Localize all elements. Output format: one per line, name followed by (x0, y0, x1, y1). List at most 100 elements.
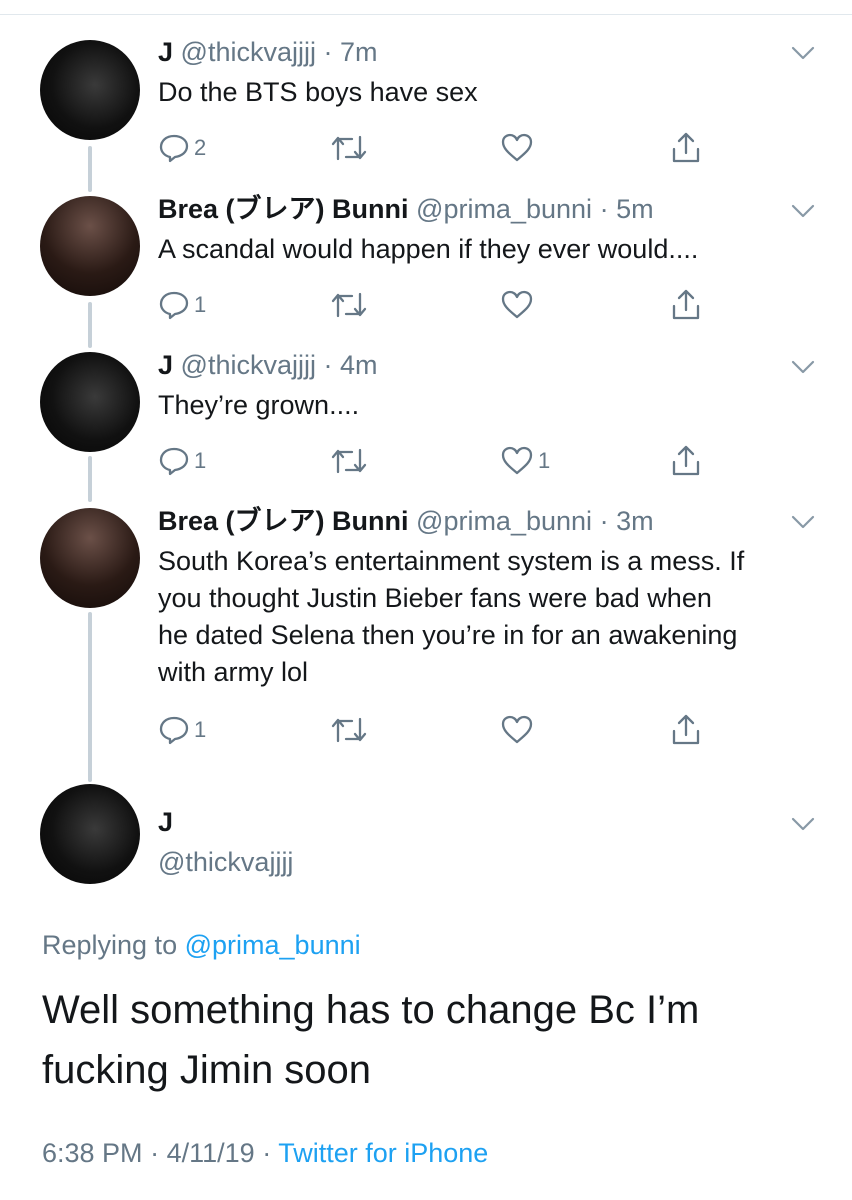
thread-line (88, 612, 92, 782)
tweet-time[interactable]: 6:38 PM (42, 1138, 143, 1168)
retweet-icon (331, 448, 367, 474)
replying-handle-link[interactable]: @prima_bunni (185, 930, 361, 960)
timestamp[interactable]: 3m (616, 506, 654, 536)
thread-line (88, 302, 92, 348)
share-button[interactable] (670, 285, 702, 325)
like-button[interactable] (500, 285, 538, 325)
timestamp[interactable]: 5m (616, 194, 654, 224)
tweet-header: J @thickvajjjj · 4m (158, 349, 818, 381)
thread-line (88, 146, 92, 192)
tweet-header: J @thickvajjjj · 7m (158, 36, 818, 68)
handle[interactable]: @thickvajjjj (158, 846, 818, 878)
replying-to: Replying to @prima_bunni (42, 930, 361, 961)
reply-button[interactable]: 1 (158, 441, 206, 481)
tweet-date[interactable]: 4/11/19 (167, 1138, 255, 1168)
tweet-meta: 6:38 PM · 4/11/19 · Twitter for iPhone (42, 1138, 488, 1169)
like-count: 1 (538, 448, 551, 473)
like-button[interactable] (500, 128, 538, 168)
avatar[interactable] (40, 784, 140, 884)
avatar[interactable] (40, 40, 140, 140)
reply-count: 1 (194, 448, 207, 473)
reply-button[interactable]: 1 (158, 710, 206, 750)
retweet-button[interactable] (330, 285, 372, 325)
reply-icon (159, 291, 189, 320)
share-icon (672, 289, 700, 320)
retweet-button[interactable] (330, 710, 372, 750)
tweet-text-line: with army lol (158, 657, 309, 687)
reply-button[interactable]: 1 (158, 285, 206, 325)
heart-icon (501, 446, 533, 475)
separator-dot: · (599, 506, 609, 536)
tweet-actions: 2 (158, 128, 718, 168)
reply-count: 1 (194, 717, 207, 742)
tweet-text: They’re grown.... (158, 390, 360, 420)
retweet-icon (331, 135, 367, 161)
chevron-down-icon[interactable] (790, 202, 816, 220)
avatar[interactable] (40, 196, 140, 296)
retweet-button[interactable] (330, 441, 372, 481)
share-button[interactable] (670, 710, 702, 750)
separator-dot: · (150, 1138, 160, 1168)
tweet-header: Brea (ブレア) Bunni @prima_bunni · 5m (158, 193, 818, 225)
main-tweet-line: Well something has to change Bc I’m (42, 988, 700, 1032)
tweet[interactable]: Brea (ブレア) Bunni @prima_bunni · 3m South… (158, 505, 818, 691)
tweet[interactable]: J @thickvajjjj · 4m They’re grown.... (158, 349, 818, 424)
tweet-text-line: he dated Selena then you’re in for an aw… (158, 620, 738, 650)
heart-icon (501, 715, 533, 744)
reply-icon (159, 134, 189, 163)
retweet-icon (331, 292, 367, 318)
chevron-down-icon[interactable] (790, 513, 816, 531)
tweet-actions: 1 1 (158, 441, 718, 481)
chevron-down-icon[interactable] (790, 815, 816, 833)
reply-icon (159, 447, 189, 476)
share-button[interactable] (670, 128, 702, 168)
handle[interactable]: @thickvajjjj (181, 350, 316, 380)
top-divider (0, 14, 852, 15)
tweet-source-link[interactable]: Twitter for iPhone (278, 1138, 488, 1168)
display-name[interactable]: J (158, 806, 818, 838)
tweet-text-line: South Korea’s entertainment system is a … (158, 546, 745, 576)
tweet-text: A scandal would happen if they ever woul… (158, 234, 699, 264)
like-button[interactable]: 1 (500, 441, 550, 481)
tweet-text-line: you thought Justin Bieber fans were bad … (158, 583, 712, 613)
separator-dot: · (599, 194, 609, 224)
heart-icon (501, 290, 533, 319)
separator-dot: · (323, 350, 333, 380)
share-icon (672, 714, 700, 745)
avatar[interactable] (40, 508, 140, 608)
handle[interactable]: @prima_bunni (416, 506, 592, 536)
retweet-icon (331, 717, 367, 743)
reply-count: 2 (194, 135, 207, 160)
display-name[interactable]: J (158, 350, 173, 380)
chevron-down-icon[interactable] (790, 44, 816, 62)
avatar[interactable] (40, 352, 140, 452)
tweet-text: Do the BTS boys have sex (158, 77, 478, 107)
separator-dot: · (262, 1138, 272, 1168)
share-button[interactable] (670, 441, 702, 481)
tweet[interactable]: Brea (ブレア) Bunni @prima_bunni · 5m A sca… (158, 193, 818, 268)
separator-dot: · (323, 37, 333, 67)
thread-line (88, 456, 92, 502)
tweet-text: South Korea’s entertainment system is a … (158, 543, 818, 691)
main-tweet-line: fucking Jimin soon (42, 1048, 372, 1092)
timestamp[interactable]: 4m (340, 350, 378, 380)
heart-icon (501, 133, 533, 162)
chevron-down-icon[interactable] (790, 358, 816, 376)
reply-icon (159, 716, 189, 745)
share-icon (672, 132, 700, 163)
timestamp[interactable]: 7m (340, 37, 378, 67)
like-button[interactable] (500, 710, 538, 750)
tweet-actions: 1 (158, 710, 718, 750)
tweet-actions: 1 (158, 285, 718, 325)
reply-count: 1 (194, 292, 207, 317)
share-icon (672, 445, 700, 476)
display-name[interactable]: Brea (ブレア) Bunni (158, 506, 409, 536)
handle[interactable]: @prima_bunni (416, 194, 592, 224)
handle[interactable]: @thickvajjjj (181, 37, 316, 67)
tweet[interactable]: J @thickvajjjj · 7m Do the BTS boys have… (158, 36, 818, 111)
retweet-button[interactable] (330, 128, 372, 168)
display-name[interactable]: Brea (ブレア) Bunni (158, 194, 409, 224)
display-name[interactable]: J (158, 37, 173, 67)
reply-button[interactable]: 2 (158, 128, 206, 168)
main-tweet-author[interactable]: J @thickvajjjj (158, 806, 818, 878)
